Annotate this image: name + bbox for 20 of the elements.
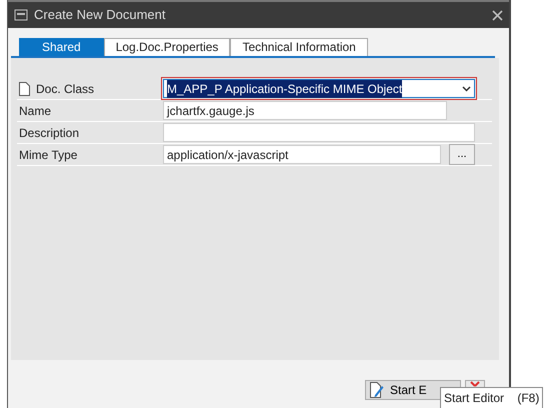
document-icon <box>19 82 30 96</box>
window-title: Create New Document <box>34 6 166 24</box>
field-label: Doc. Class <box>36 80 94 98</box>
close-icon[interactable] <box>492 10 503 20</box>
tooltip: Start Editor (F8) <box>440 387 544 408</box>
pencil-document-icon <box>370 382 384 398</box>
field-label: Mime Type <box>19 146 78 164</box>
field-label: Name <box>19 102 52 120</box>
tab[interactable]: Log.Doc.Properties <box>104 38 230 56</box>
cancel-icon <box>470 381 480 387</box>
browse-button[interactable]: ... <box>449 144 475 165</box>
input-field[interactable]: jchartfx.gauge.js <box>163 101 447 120</box>
dropdown-field[interactable]: M_APP_P Application-Specific MIME Object <box>163 79 475 98</box>
caret-icon[interactable] <box>462 86 471 92</box>
tab[interactable]: Shared <box>19 38 104 56</box>
window-icon <box>14 9 29 21</box>
input-field[interactable] <box>163 123 475 142</box>
tab[interactable]: Technical Information <box>230 38 368 56</box>
field-label: Description <box>19 124 80 142</box>
input-field[interactable]: application/x-javascript <box>163 145 441 164</box>
